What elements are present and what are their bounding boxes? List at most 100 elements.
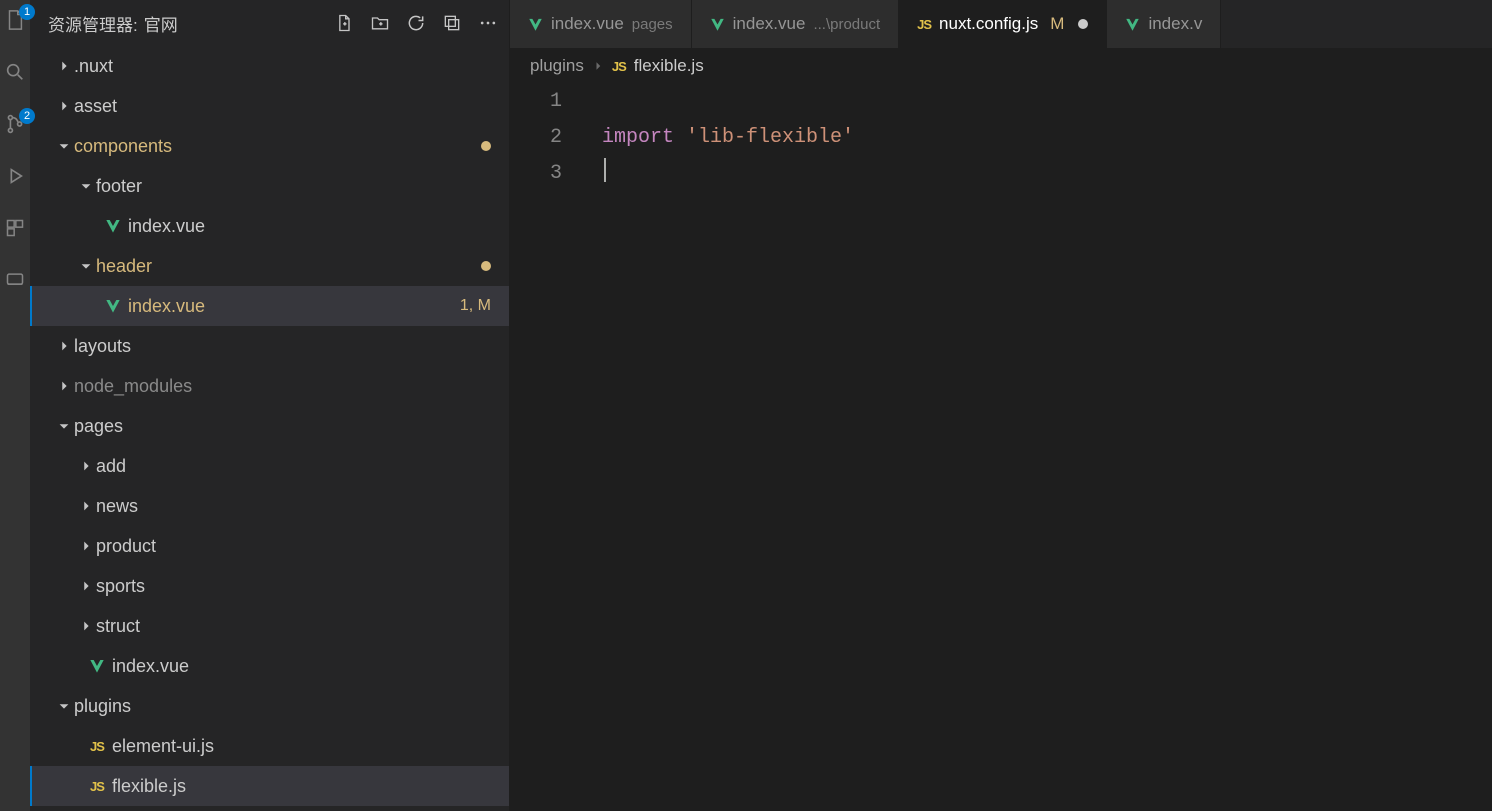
sidebar: 资源管理器: 官网 .nuxt — [30, 0, 510, 811]
chevron-down-icon — [76, 259, 96, 273]
modified-dot-icon — [481, 141, 491, 151]
chevron-right-icon — [54, 379, 74, 393]
chevron-right-icon — [592, 60, 604, 72]
explorer-title: 资源管理器: 官网 — [48, 11, 178, 36]
refresh-icon[interactable] — [405, 12, 427, 34]
chevron-right-icon — [76, 579, 96, 593]
git-modified-letter: M — [1050, 14, 1064, 34]
tab-suffix: ...\product — [813, 16, 880, 33]
git-status: 1, M — [460, 297, 491, 315]
token-keyword: import — [602, 126, 674, 149]
js-icon: JS — [86, 779, 108, 794]
modified-indicator — [481, 141, 491, 151]
js-icon: JS — [917, 17, 931, 32]
tab-index-cut[interactable]: index.v — [1107, 0, 1221, 48]
line-number: 2 — [510, 120, 562, 156]
breadcrumb-file[interactable]: flexible.js — [634, 56, 704, 76]
folder-sports[interactable]: sports — [30, 566, 509, 606]
activity-bar: 1 2 — [0, 0, 30, 811]
tab-index-product[interactable]: index.vue ...\product — [692, 0, 899, 48]
vue-icon — [102, 218, 124, 234]
line-number: 1 — [510, 84, 562, 120]
token-string: 'lib-flexible' — [686, 126, 854, 149]
folder-nuxt[interactable]: .nuxt — [30, 46, 509, 86]
js-icon: JS — [86, 739, 108, 754]
folder-add[interactable]: add — [30, 446, 509, 486]
code-editor[interactable]: 1 2 3 import 'lib-flexible' — [510, 84, 1492, 811]
new-folder-icon[interactable] — [369, 12, 391, 34]
chevron-right-icon — [76, 459, 96, 473]
folder-news[interactable]: news — [30, 486, 509, 526]
file-label: index.vue — [128, 296, 205, 317]
dirty-dot-icon — [1078, 19, 1088, 29]
vue-icon — [528, 17, 543, 32]
line-number: 3 — [510, 156, 562, 192]
chevron-right-icon — [54, 339, 74, 353]
tab-label: nuxt.config.js — [939, 14, 1038, 34]
new-file-icon[interactable] — [333, 12, 355, 34]
file-header-index[interactable]: index.vue 1, M — [30, 286, 509, 326]
modified-indicator — [481, 261, 491, 271]
folder-product[interactable]: product — [30, 526, 509, 566]
vue-icon — [1125, 17, 1140, 32]
tab-suffix: pages — [632, 16, 673, 33]
sidebar-actions — [333, 12, 499, 34]
source-control-icon[interactable]: 2 — [3, 112, 27, 136]
modified-dot-icon — [481, 261, 491, 271]
file-label: index.vue — [112, 656, 189, 677]
folder-label: plugins — [74, 696, 131, 717]
code-line — [602, 84, 1492, 120]
folder-header[interactable]: header — [30, 246, 509, 286]
search-icon[interactable] — [3, 60, 27, 84]
file-footer-index[interactable]: index.vue — [30, 206, 509, 246]
folder-node-modules[interactable]: node_modules — [30, 366, 509, 406]
folder-struct[interactable]: struct — [30, 606, 509, 646]
chevron-right-icon — [54, 59, 74, 73]
code-content[interactable]: import 'lib-flexible' — [582, 84, 1492, 811]
tab-nuxt-config[interactable]: JS nuxt.config.js M — [899, 0, 1107, 48]
chevron-right-icon — [76, 619, 96, 633]
debug-icon[interactable] — [3, 164, 27, 188]
file-label: index.vue — [128, 216, 205, 237]
chevron-down-icon — [54, 139, 74, 153]
folder-label: asset — [74, 96, 117, 117]
code-line — [602, 156, 1492, 192]
chevron-down-icon — [54, 419, 74, 433]
file-element-ui[interactable]: JS element-ui.js — [30, 726, 509, 766]
extensions-icon[interactable] — [3, 216, 27, 240]
tab-label: index.v — [1148, 14, 1202, 34]
line-gutter: 1 2 3 — [510, 84, 582, 811]
file-pages-index[interactable]: index.vue — [30, 646, 509, 686]
folder-label: layouts — [74, 336, 131, 357]
folder-label: add — [96, 456, 126, 477]
chevron-right-icon — [54, 99, 74, 113]
breadcrumb[interactable]: plugins JS flexible.js — [510, 48, 1492, 84]
remote-icon[interactable] — [3, 268, 27, 292]
file-label: flexible.js — [112, 776, 186, 797]
tab-index-pages[interactable]: index.vue pages — [510, 0, 692, 48]
explorer-icon[interactable]: 1 — [3, 8, 27, 32]
tab-bar: index.vue pages index.vue ...\product JS… — [510, 0, 1492, 48]
sidebar-header: 资源管理器: 官网 — [30, 0, 509, 46]
editor-area: index.vue pages index.vue ...\product JS… — [510, 0, 1492, 811]
folder-asset[interactable]: asset — [30, 86, 509, 126]
breadcrumb-part[interactable]: plugins — [530, 56, 584, 76]
tab-label: index.vue — [551, 14, 624, 34]
folder-plugins[interactable]: plugins — [30, 686, 509, 726]
more-icon[interactable] — [477, 12, 499, 34]
folder-label: .nuxt — [74, 56, 113, 77]
chevron-down-icon — [54, 699, 74, 713]
folder-label: node_modules — [74, 376, 192, 397]
explorer-project-name: 官网 — [144, 11, 178, 36]
folder-pages[interactable]: pages — [30, 406, 509, 446]
chevron-right-icon — [76, 539, 96, 553]
folder-layouts[interactable]: layouts — [30, 326, 509, 366]
tab-label: index.vue — [733, 14, 806, 34]
folder-components[interactable]: components — [30, 126, 509, 166]
file-flexible[interactable]: JS flexible.js — [30, 766, 509, 806]
explorer-title-prefix: 资源管理器: — [48, 11, 138, 36]
folder-footer[interactable]: footer — [30, 166, 509, 206]
vue-icon — [710, 17, 725, 32]
chevron-down-icon — [76, 179, 96, 193]
collapse-all-icon[interactable] — [441, 12, 463, 34]
